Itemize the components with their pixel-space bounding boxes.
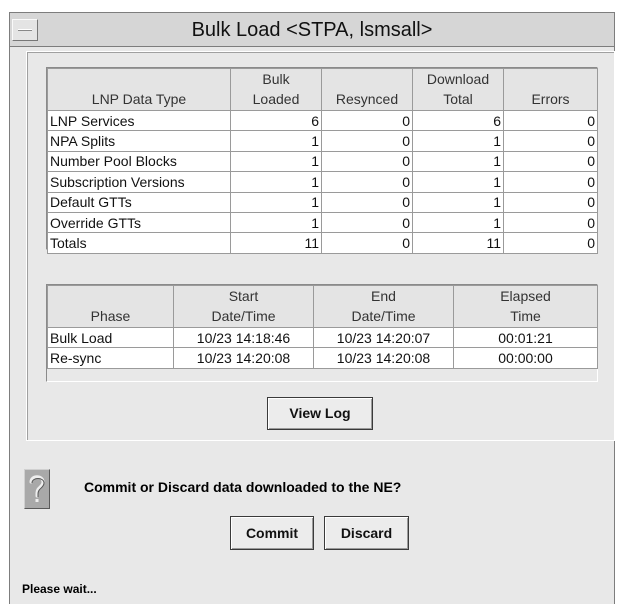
table-row[interactable]: Default GTTs 1 0 1 0 (47, 191, 598, 213)
col-header-errors[interactable]: Errors (503, 68, 598, 111)
col-header-lnp-data-type[interactable]: LNP Data Type (47, 68, 231, 111)
cell-phase: Re-sync (47, 347, 174, 369)
window-title: Bulk Load <STPA, lsmsall> (191, 19, 433, 41)
table-row[interactable]: Override GTTs 1 0 1 0 (47, 211, 598, 234)
table-row[interactable]: Number Pool Blocks 1 0 1 0 (47, 150, 598, 173)
status-text: Please wait... (22, 582, 97, 596)
cell-bulk-loaded: 1 (230, 171, 322, 193)
table-row[interactable]: NPA Splits 1 0 1 0 (47, 130, 598, 152)
cell-download-total: 1 (412, 211, 504, 234)
cell-end: 10/23 14:20:08 (313, 347, 454, 369)
cell-bulk-loaded: 11 (230, 232, 322, 254)
cell-resynced: 0 (321, 211, 413, 234)
cell-elapsed: 00:00:00 (453, 347, 598, 369)
cell-end: 10/23 14:20:07 (313, 326, 454, 349)
cell-resynced: 0 (321, 191, 413, 213)
question-icon (24, 469, 50, 509)
cell-resynced: 0 (321, 130, 413, 152)
lnp-data-table: LNP Data Type Bulk Loaded Resynced Downlo… (47, 68, 598, 254)
cell-download-total: 11 (412, 232, 504, 254)
commit-button[interactable]: Commit (230, 516, 314, 550)
cell-download-total: 6 (412, 109, 504, 132)
cell-start: 10/23 14:20:08 (173, 347, 314, 369)
cell-data-type: Totals (47, 232, 231, 254)
col-header-end-datetime[interactable]: End Date/Time (313, 285, 454, 328)
cell-errors: 0 (503, 211, 598, 234)
cell-download-total: 1 (412, 150, 504, 173)
cell-data-type: Subscription Versions (47, 171, 231, 193)
col-header-elapsed-time[interactable]: Elapsed Time (453, 285, 598, 328)
cell-download-total: 1 (412, 171, 504, 193)
phase-table-frame: Phase Start Date/Time End Date/Time Elapse… (46, 284, 598, 382)
cell-data-type: LNP Services (47, 109, 231, 132)
table-row[interactable]: Bulk Load 10/23 14:18:46 10/23 14:20:07 … (47, 326, 598, 349)
cell-errors: 0 (503, 150, 598, 173)
cell-resynced: 0 (321, 171, 413, 193)
cell-bulk-loaded: 6 (230, 109, 322, 132)
col-header-resynced[interactable]: Resynced (321, 68, 413, 111)
bulk-load-window: Bulk Load <STPA, lsmsall> LNP Data Type … (9, 12, 615, 604)
cell-download-total: 1 (412, 191, 504, 213)
data-table-frame: LNP Data Type Bulk Loaded Resynced Downlo… (46, 67, 598, 254)
cell-elapsed: 00:01:21 (453, 326, 598, 349)
results-panel: LNP Data Type Bulk Loaded Resynced Downlo… (26, 51, 615, 441)
cell-bulk-loaded: 1 (230, 130, 322, 152)
cell-errors: 0 (503, 171, 598, 193)
table-row[interactable]: LNP Services 6 0 6 0 (47, 109, 598, 132)
cell-bulk-loaded: 1 (230, 191, 322, 213)
cell-start: 10/23 14:18:46 (173, 326, 314, 349)
col-header-start-datetime[interactable]: Start Date/Time (173, 285, 314, 328)
cell-download-total: 1 (412, 130, 504, 152)
cell-errors: 0 (503, 191, 598, 213)
col-header-phase[interactable]: Phase (47, 285, 174, 328)
cell-phase: Bulk Load (47, 326, 174, 349)
cell-errors: 0 (503, 109, 598, 132)
table-row[interactable]: Re-sync 10/23 14:20:08 10/23 14:20:08 00… (47, 347, 598, 369)
cell-errors: 0 (503, 130, 598, 152)
table-row[interactable]: Subscription Versions 1 0 1 0 (47, 171, 598, 193)
cell-errors: 0 (503, 232, 598, 254)
cell-data-type: Override GTTs (47, 211, 231, 234)
cell-bulk-loaded: 1 (230, 211, 322, 234)
cell-resynced: 0 (321, 109, 413, 132)
title-bar: Bulk Load <STPA, lsmsall> (10, 13, 614, 47)
confirm-message: Commit or Discard data downloaded to the… (84, 479, 402, 495)
col-header-download-total[interactable]: Download Total (412, 68, 504, 111)
table-row-totals[interactable]: Totals 11 0 11 0 (47, 232, 598, 254)
cell-resynced: 0 (321, 232, 413, 254)
cell-resynced: 0 (321, 150, 413, 173)
phase-table: Phase Start Date/Time End Date/Time Elapse… (47, 285, 598, 369)
cell-bulk-loaded: 1 (230, 150, 322, 173)
cell-data-type: Number Pool Blocks (47, 150, 231, 173)
cell-data-type: Default GTTs (47, 191, 231, 213)
cell-data-type: NPA Splits (47, 130, 231, 152)
discard-button[interactable]: Discard (324, 516, 409, 550)
view-log-button[interactable]: View Log (267, 397, 373, 430)
col-header-bulk-loaded[interactable]: Bulk Loaded (230, 68, 322, 111)
